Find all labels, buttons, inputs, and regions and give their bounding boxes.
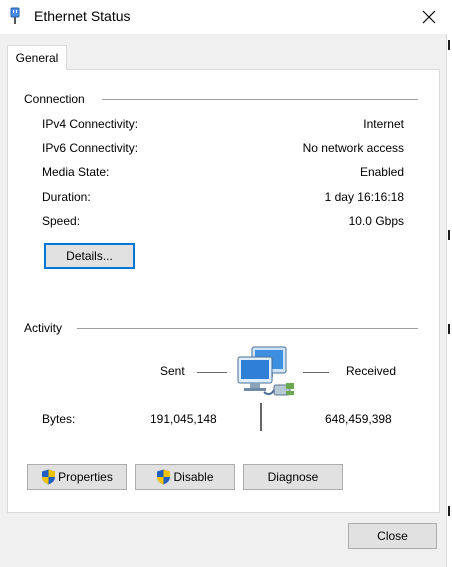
disable-label: Disable <box>173 470 214 484</box>
uac-shield-icon <box>157 469 171 485</box>
received-label: Received <box>346 364 397 378</box>
received-dash <box>303 372 329 373</box>
close-icon <box>422 10 436 24</box>
diagnose-button[interactable]: Diagnose <box>243 464 343 490</box>
media-state-value: Enabled <box>359 165 404 179</box>
properties-label: Properties <box>58 470 113 484</box>
network-computers-icon <box>237 346 294 396</box>
window-close-button[interactable] <box>412 2 446 32</box>
activity-separator <box>260 403 262 431</box>
sent-label: Sent <box>160 364 185 378</box>
speed-value: 10.0 Gbps <box>348 214 404 228</box>
ipv4-connectivity-value: Internet <box>363 117 404 131</box>
uac-shield-icon <box>42 469 56 485</box>
ipv6-connectivity-value: No network access <box>302 141 404 155</box>
title-bar: Ethernet Status <box>0 0 452 34</box>
connection-divider <box>102 99 418 100</box>
media-state-label: Media State: <box>42 165 110 179</box>
bytes-label: Bytes: <box>42 412 76 426</box>
activity-divider <box>77 328 418 329</box>
tab-general[interactable]: General <box>7 45 67 70</box>
details-button[interactable]: Details... <box>44 243 135 269</box>
window-title: Ethernet Status <box>34 8 131 24</box>
sent-dash <box>197 372 227 373</box>
duration-label: Duration: <box>42 190 91 204</box>
bytes-received-value: 648,459,398 <box>325 412 392 426</box>
ipv6-connectivity-label: IPv6 Connectivity: <box>42 141 139 155</box>
general-panel <box>7 69 440 513</box>
connection-group-label: Connection <box>24 92 85 106</box>
speed-label: Speed: <box>42 214 81 228</box>
duration-value: 1 day 16:16:18 <box>324 190 404 204</box>
ipv4-connectivity-label: IPv4 Connectivity: <box>42 117 139 131</box>
disable-button[interactable]: Disable <box>135 464 235 490</box>
ethernet-icon <box>10 7 20 24</box>
properties-button[interactable]: Properties <box>27 464 127 490</box>
window-edge <box>446 34 452 567</box>
bytes-sent-value: 191,045,148 <box>150 412 217 426</box>
activity-group-label: Activity <box>24 321 63 335</box>
close-button[interactable]: Close <box>348 523 437 549</box>
